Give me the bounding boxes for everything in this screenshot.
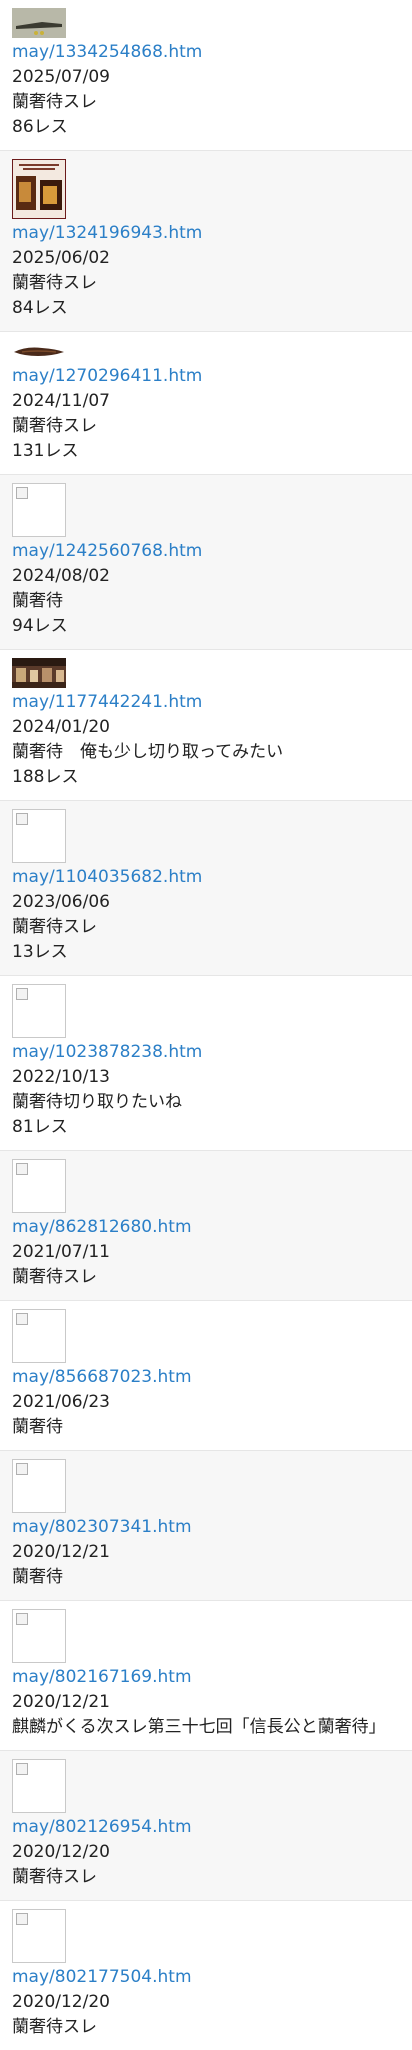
list-item: may/1104035682.htm 2023/06/06 蘭奢待スレ 13レス [0, 801, 412, 976]
thread-title: 蘭奢待 [12, 1417, 63, 1437]
thread-date: 2020/12/21 [12, 1692, 110, 1712]
thread-link[interactable]: may/856687023.htm [12, 1365, 400, 1390]
thread-title: 蘭奢待 [12, 591, 63, 611]
thread-link[interactable]: may/862812680.htm [12, 1215, 400, 1240]
broken-image-icon[interactable] [12, 483, 66, 537]
thread-thumbnail[interactable] [12, 340, 66, 362]
thread-title: 蘭奢待 俺も少し切り取ってみたい [12, 742, 284, 762]
thread-link[interactable]: may/1177442241.htm [12, 690, 400, 715]
list-item: may/1324196943.htm 2025/06/02 蘭奢待スレ 84レス [0, 151, 412, 332]
thread-list: may/1334254868.htm 2025/07/09 蘭奢待スレ 86レス… [0, 0, 412, 2050]
thread-title: 蘭奢待スレ [12, 273, 97, 293]
broken-image-icon[interactable] [12, 1309, 66, 1363]
thread-link[interactable]: may/802167169.htm [12, 1665, 400, 1690]
thread-reply-count: 188レス [12, 767, 79, 787]
thread-date: 2025/06/02 [12, 248, 110, 268]
thread-link[interactable]: may/802126954.htm [12, 1815, 400, 1840]
thread-date: 2022/10/13 [12, 1067, 110, 1087]
thread-title: 蘭奢待スレ [12, 917, 97, 937]
thread-title: 蘭奢待スレ [12, 416, 97, 436]
broken-image-icon[interactable] [12, 1759, 66, 1813]
thread-title: 蘭奢待スレ [12, 92, 97, 112]
thread-date: 2024/08/02 [12, 566, 110, 586]
thread-reply-count: 86レス [12, 117, 68, 137]
thread-link[interactable]: may/802307341.htm [12, 1515, 400, 1540]
thread-date: 2020/12/20 [12, 1842, 110, 1862]
thread-title: 蘭奢待スレ [12, 1867, 97, 1887]
list-item: may/802307341.htm 2020/12/21 蘭奢待 [0, 1451, 412, 1601]
list-item: may/862812680.htm 2021/07/11 蘭奢待スレ [0, 1151, 412, 1301]
thread-date: 2021/06/23 [12, 1392, 110, 1412]
broken-image-icon[interactable] [12, 809, 66, 863]
list-item: may/856687023.htm 2021/06/23 蘭奢待 [0, 1301, 412, 1451]
list-item: may/802167169.htm 2020/12/21 麒麟がくる次スレ第三十… [0, 1601, 412, 1751]
thread-link[interactable]: may/1334254868.htm [12, 40, 400, 65]
list-item: may/1334254868.htm 2025/07/09 蘭奢待スレ 86レス [0, 0, 412, 151]
thread-reply-count: 84レス [12, 298, 68, 318]
thread-reply-count: 131レス [12, 441, 79, 461]
thread-thumbnail[interactable] [12, 159, 66, 219]
broken-image-icon[interactable] [12, 1909, 66, 1963]
thread-date: 2025/07/09 [12, 67, 110, 87]
thread-date: 2024/11/07 [12, 391, 110, 411]
list-item: may/1177442241.htm 2024/01/20 蘭奢待 俺も少し切り… [0, 650, 412, 801]
list-item: may/802126954.htm 2020/12/20 蘭奢待スレ [0, 1751, 412, 1901]
list-item: may/1023878238.htm 2022/10/13 蘭奢待切り取りたいね… [0, 976, 412, 1151]
thread-date: 2023/06/06 [12, 892, 110, 912]
thread-title: 蘭奢待切り取りたいね [12, 1092, 182, 1112]
thread-link[interactable]: may/1023878238.htm [12, 1040, 400, 1065]
thread-thumbnail[interactable] [12, 658, 66, 688]
thread-title: 麒麟がくる次スレ第三十七回「信長公と蘭奢待」 [12, 1717, 386, 1737]
thread-link[interactable]: may/1324196943.htm [12, 221, 400, 246]
thread-date: 2020/12/20 [12, 1992, 110, 2012]
thread-link[interactable]: may/1242560768.htm [12, 539, 400, 564]
broken-image-icon[interactable] [12, 984, 66, 1038]
broken-image-icon[interactable] [12, 1459, 66, 1513]
thread-link[interactable]: may/1104035682.htm [12, 865, 400, 890]
thread-reply-count: 13レス [12, 942, 68, 962]
broken-image-icon[interactable] [12, 1159, 66, 1213]
thread-date: 2020/12/21 [12, 1542, 110, 1562]
thread-link[interactable]: may/802177504.htm [12, 1965, 400, 1990]
thread-date: 2021/07/11 [12, 1242, 110, 1262]
broken-image-icon[interactable] [12, 1609, 66, 1663]
list-item: may/1242560768.htm 2024/08/02 蘭奢待 94レス [0, 475, 412, 650]
thread-title: 蘭奢待 [12, 1567, 63, 1587]
thread-title: 蘭奢待スレ [12, 1267, 97, 1287]
thread-thumbnail[interactable] [12, 8, 66, 38]
thread-title: 蘭奢待スレ [12, 2017, 97, 2037]
list-item: may/802177504.htm 2020/12/20 蘭奢待スレ [0, 1901, 412, 2050]
thread-reply-count: 94レス [12, 616, 68, 636]
thread-reply-count: 81レス [12, 1117, 68, 1137]
thread-link[interactable]: may/1270296411.htm [12, 364, 400, 389]
thread-date: 2024/01/20 [12, 717, 110, 737]
list-item: may/1270296411.htm 2024/11/07 蘭奢待スレ 131レ… [0, 332, 412, 475]
